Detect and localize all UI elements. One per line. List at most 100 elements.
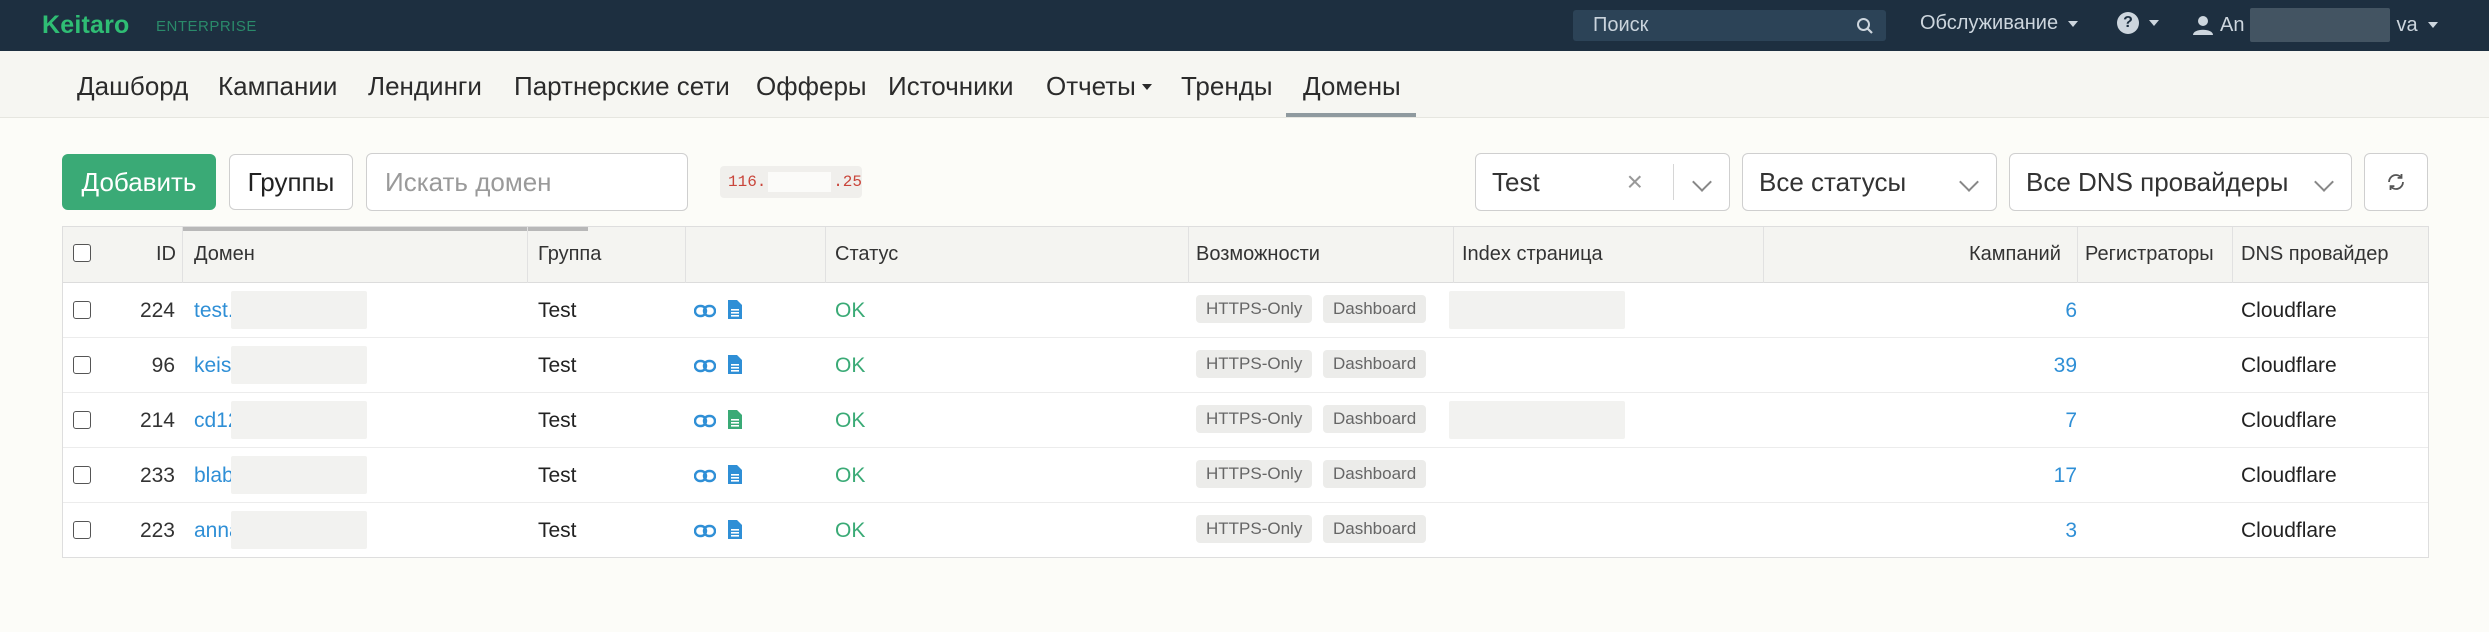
link-icon[interactable] (694, 468, 716, 484)
row-group: Test (538, 464, 577, 487)
table-row[interactable]: 223 anna Test OK HTTPS-Only Dashboard 3 … (63, 503, 2428, 558)
add-domain-button[interactable]: Добавить (62, 154, 216, 210)
col-status[interactable]: Статус (835, 243, 898, 266)
status-filter-value: Все статусы (1759, 166, 1907, 197)
row-campaigns-link[interactable]: 6 (2017, 299, 2077, 323)
nav-item-trends[interactable]: Тренды (1181, 71, 1273, 102)
feature-badge-dashboard: Dashboard (1323, 460, 1427, 488)
file-icon[interactable] (727, 519, 743, 540)
row-checkbox[interactable] (73, 521, 91, 539)
row-campaigns-link[interactable]: 39 (2017, 354, 2077, 378)
file-icon[interactable] (727, 299, 743, 320)
column-divider (182, 227, 183, 283)
link-icon[interactable] (694, 303, 716, 319)
feature-badge-https: HTTPS-Only (1196, 405, 1313, 433)
col-dns-provider[interactable]: DNS провайдер (2241, 243, 2388, 266)
col-campaigns[interactable]: Кампаний (1969, 243, 2061, 266)
top-bar: Keitaro ENTERPRISE Обслуживание ? An va (0, 0, 2489, 51)
user-name-prefix: An (2220, 13, 2245, 36)
row-checkbox[interactable] (73, 466, 91, 484)
table-row[interactable]: 214 cd12 Test OK HTTPS-Only Dashboard 7 … (63, 393, 2428, 448)
col-index-page[interactable]: Index страница (1462, 243, 1603, 266)
row-checkbox[interactable] (73, 356, 91, 374)
nav-item-campaigns[interactable]: Кампании (218, 71, 337, 102)
link-icon[interactable] (694, 358, 716, 374)
group-filter-select[interactable]: Test × (1475, 153, 1730, 211)
column-divider (1763, 227, 1764, 283)
server-ip-suffix: .25 (833, 173, 862, 191)
row-campaigns-link[interactable]: 17 (2017, 464, 2077, 488)
row-checkbox[interactable] (73, 301, 91, 319)
nav-item-affiliate-networks[interactable]: Партнерские сети (514, 71, 730, 102)
feature-badge-https: HTTPS-Only (1196, 515, 1313, 543)
table-row[interactable]: 233 blab Test OK HTTPS-Only Dashboard 17… (63, 448, 2428, 503)
col-domain[interactable]: Домен (194, 243, 255, 266)
nav-item-reports-label: Отчеты (1046, 71, 1136, 101)
nav-item-reports[interactable]: Отчеты (1046, 71, 1152, 102)
groups-button[interactable]: Группы (229, 154, 353, 210)
help-menu[interactable]: ? (2117, 12, 2159, 34)
row-status: OK (835, 299, 866, 322)
user-menu[interactable]: An va (2192, 8, 2438, 42)
file-icon[interactable] (727, 409, 743, 430)
chevron-down-icon (1959, 172, 1979, 192)
brand-logo[interactable]: Keitaro (42, 11, 130, 40)
link-icon[interactable] (694, 413, 716, 429)
table-row[interactable]: 96 keis Test OK HTTPS-Only Dashboard 39 … (63, 338, 2428, 393)
row-id: 233 (139, 464, 175, 487)
clear-icon[interactable]: × (1627, 166, 1643, 198)
row-dns-provider: Cloudflare (2241, 519, 2337, 542)
global-search-input[interactable] (1573, 10, 1886, 41)
search-icon[interactable] (1856, 17, 1874, 35)
file-icon[interactable] (727, 354, 743, 375)
column-divider (2232, 227, 2233, 283)
col-registrars[interactable]: Регистраторы (2085, 243, 2214, 266)
row-campaigns-link[interactable]: 3 (2017, 519, 2077, 543)
server-ip-masked (768, 172, 832, 192)
row-domain-link[interactable]: keis (194, 354, 231, 378)
main-nav: Дашборд Кампании Лендинги Партнерские се… (0, 51, 2489, 118)
masked-index-page (1449, 291, 1625, 329)
domains-table: ID Домен Группа Статус Возможности Index… (62, 226, 2429, 558)
row-checkbox[interactable] (73, 411, 91, 429)
col-id[interactable]: ID (156, 243, 176, 266)
masked-domain (231, 456, 367, 494)
nav-item-sources[interactable]: Источники (888, 71, 1014, 102)
nav-item-landings[interactable]: Лендинги (368, 71, 482, 102)
feature-badge-https: HTTPS-Only (1196, 460, 1313, 488)
file-icon[interactable] (727, 464, 743, 485)
table-row[interactable]: 224 test. Test OK HTTPS-Only Dashboard 6… (63, 283, 2428, 338)
user-icon (2193, 16, 2213, 35)
row-domain-link[interactable]: test. (194, 299, 234, 323)
column-divider (2077, 227, 2078, 283)
status-filter-select[interactable]: Все статусы (1742, 153, 1997, 211)
feature-badge-https: HTTPS-Only (1196, 295, 1313, 323)
row-group: Test (538, 354, 577, 377)
nav-item-offers[interactable]: Офферы (756, 71, 867, 102)
select-all-checkbox[interactable] (73, 244, 91, 262)
nav-item-domains[interactable]: Домены (1303, 71, 1401, 102)
refresh-button[interactable] (2364, 153, 2428, 211)
nav-active-indicator (1286, 113, 1416, 117)
global-search[interactable] (1573, 10, 1886, 41)
row-status: OK (835, 354, 866, 377)
row-dns-provider: Cloudflare (2241, 409, 2337, 432)
help-icon: ? (2117, 12, 2139, 34)
col-features[interactable]: Возможности (1196, 243, 1320, 266)
masked-domain (231, 291, 367, 329)
nav-item-dashboard[interactable]: Дашборд (77, 71, 188, 102)
row-campaigns-link[interactable]: 7 (2017, 409, 2077, 433)
service-menu[interactable]: Обслуживание (1920, 12, 2079, 35)
feature-badge-dashboard: Dashboard (1323, 515, 1427, 543)
row-group: Test (538, 299, 577, 322)
feature-badge-dashboard: Dashboard (1323, 350, 1427, 378)
row-dns-provider: Cloudflare (2241, 299, 2337, 322)
col-group[interactable]: Группа (538, 243, 601, 266)
domain-search-input[interactable] (366, 153, 688, 211)
feature-badge-dashboard: Dashboard (1323, 405, 1427, 433)
chevron-down-icon (2149, 20, 2159, 26)
row-domain-link[interactable]: blab (194, 464, 234, 488)
dns-filter-select[interactable]: Все DNS провайдеры (2009, 153, 2352, 211)
column-divider (1188, 227, 1189, 283)
link-icon[interactable] (694, 523, 716, 539)
